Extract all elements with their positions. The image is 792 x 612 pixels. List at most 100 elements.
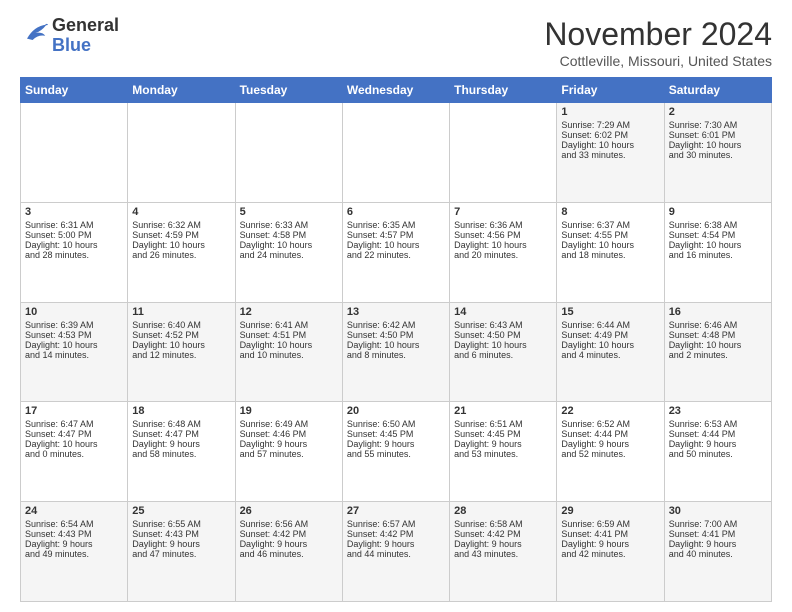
- day-info: Sunset: 4:53 PM: [25, 330, 123, 340]
- calendar-cell: 10 Sunrise: 6:39 AMSunset: 4:53 PMDayligh…: [21, 302, 128, 402]
- day-info: Sunrise: 6:51 AM: [454, 419, 552, 429]
- calendar-cell: 21Sunrise: 6:51 AMSunset: 4:45 PMDayligh…: [450, 402, 557, 502]
- calendar-week-row: 3Sunrise: 6:31 AMSunset: 5:00 PMDaylight…: [21, 202, 772, 302]
- day-number: 18: [132, 405, 230, 417]
- day-info: Sunrise: 6:48 AM: [132, 419, 230, 429]
- day-info: Sunset: 6:02 PM: [561, 130, 659, 140]
- day-number: 2: [669, 106, 767, 118]
- day-number: 10: [25, 306, 123, 318]
- header: General Blue November 2024 Cottleville, …: [20, 16, 772, 69]
- day-info: Daylight: 10 hours: [25, 439, 123, 449]
- day-info: Daylight: 9 hours: [347, 539, 445, 549]
- logo-general: General: [52, 15, 119, 35]
- calendar-cell: 4Sunrise: 6:32 AMSunset: 4:59 PMDaylight…: [128, 202, 235, 302]
- calendar-cell: 28Sunrise: 6:58 AMSunset: 4:42 PMDayligh…: [450, 502, 557, 602]
- day-info: Daylight: 10 hours: [454, 340, 552, 350]
- day-info: and 55 minutes.: [347, 449, 445, 459]
- calendar-cell: [21, 103, 128, 203]
- day-info: Sunset: 4:52 PM: [132, 330, 230, 340]
- day-info: Daylight: 10 hours: [669, 340, 767, 350]
- day-info: Daylight: 10 hours: [240, 240, 338, 250]
- day-info: Sunset: 4:42 PM: [240, 529, 338, 539]
- calendar-cell: 30Sunrise: 7:00 AMSunset: 4:41 PMDayligh…: [664, 502, 771, 602]
- calendar-header-row: SundayMondayTuesdayWednesdayThursdayFrid…: [21, 78, 772, 103]
- day-info: Sunset: 4:43 PM: [132, 529, 230, 539]
- day-info: and 49 minutes.: [25, 549, 123, 559]
- day-number: 5: [240, 206, 338, 218]
- day-info: and 30 minutes.: [669, 150, 767, 160]
- calendar-day-header: Wednesday: [342, 78, 449, 103]
- day-number: 7: [454, 206, 552, 218]
- calendar-cell: 12Sunrise: 6:41 AMSunset: 4:51 PMDayligh…: [235, 302, 342, 402]
- day-info: and 33 minutes.: [561, 150, 659, 160]
- logo-icon: [20, 19, 48, 52]
- day-info: Sunrise: 6:55 AM: [132, 519, 230, 529]
- day-info: Daylight: 9 hours: [669, 539, 767, 549]
- calendar-cell: 22Sunrise: 6:52 AMSunset: 4:44 PMDayligh…: [557, 402, 664, 502]
- calendar-cell: 11Sunrise: 6:40 AMSunset: 4:52 PMDayligh…: [128, 302, 235, 402]
- day-info: Sunrise: 7:30 AM: [669, 120, 767, 130]
- day-info: Daylight: 10 hours: [669, 140, 767, 150]
- calendar-cell: [128, 103, 235, 203]
- day-info: Sunrise: 6:39 AM: [25, 320, 123, 330]
- day-info: and 26 minutes.: [132, 250, 230, 260]
- day-info: Daylight: 10 hours: [132, 240, 230, 250]
- day-info: Sunset: 4:48 PM: [669, 330, 767, 340]
- day-info: Sunset: 4:41 PM: [561, 529, 659, 539]
- logo-blue: Blue: [52, 35, 91, 55]
- day-info: Sunrise: 6:44 AM: [561, 320, 659, 330]
- day-number: 26: [240, 505, 338, 517]
- day-number: 19: [240, 405, 338, 417]
- day-info: and 47 minutes.: [132, 549, 230, 559]
- day-info: and 22 minutes.: [347, 250, 445, 260]
- calendar-cell: 13Sunrise: 6:42 AMSunset: 4:50 PMDayligh…: [342, 302, 449, 402]
- day-info: Sunset: 4:57 PM: [347, 230, 445, 240]
- day-info: Sunrise: 6:35 AM: [347, 220, 445, 230]
- day-info: Daylight: 10 hours: [25, 340, 123, 350]
- day-number: 8: [561, 206, 659, 218]
- day-info: Sunrise: 6:32 AM: [132, 220, 230, 230]
- day-info: Daylight: 9 hours: [25, 539, 123, 549]
- calendar-cell: 17Sunrise: 6:47 AMSunset: 4:47 PMDayligh…: [21, 402, 128, 502]
- day-info: Sunset: 4:42 PM: [347, 529, 445, 539]
- day-info: Sunset: 4:56 PM: [454, 230, 552, 240]
- day-number: 21: [454, 405, 552, 417]
- calendar-day-header: Saturday: [664, 78, 771, 103]
- day-info: Sunrise: 6:54 AM: [25, 519, 123, 529]
- calendar-table: SundayMondayTuesdayWednesdayThursdayFrid…: [20, 77, 772, 602]
- calendar-cell: 16Sunrise: 6:46 AMSunset: 4:48 PMDayligh…: [664, 302, 771, 402]
- day-info: Sunrise: 6:50 AM: [347, 419, 445, 429]
- day-info: Sunset: 4:55 PM: [561, 230, 659, 240]
- day-info: Sunrise: 6:31 AM: [25, 220, 123, 230]
- day-info: Sunrise: 6:53 AM: [669, 419, 767, 429]
- day-info: Sunset: 4:51 PM: [240, 330, 338, 340]
- calendar-cell: 7Sunrise: 6:36 AMSunset: 4:56 PMDaylight…: [450, 202, 557, 302]
- day-info: Sunrise: 7:29 AM: [561, 120, 659, 130]
- calendar-cell: 8Sunrise: 6:37 AMSunset: 4:55 PMDaylight…: [557, 202, 664, 302]
- day-info: Sunset: 4:50 PM: [347, 330, 445, 340]
- day-info: Sunrise: 6:38 AM: [669, 220, 767, 230]
- day-number: 4: [132, 206, 230, 218]
- day-number: 29: [561, 505, 659, 517]
- day-number: 22: [561, 405, 659, 417]
- day-info: Daylight: 9 hours: [347, 439, 445, 449]
- day-info: Sunrise: 6:37 AM: [561, 220, 659, 230]
- day-info: and 28 minutes.: [25, 250, 123, 260]
- month-title: November 2024: [544, 16, 772, 53]
- calendar-cell: 5Sunrise: 6:33 AMSunset: 4:58 PMDaylight…: [235, 202, 342, 302]
- calendar-day-header: Tuesday: [235, 78, 342, 103]
- day-number: 27: [347, 505, 445, 517]
- day-info: Sunset: 4:44 PM: [561, 429, 659, 439]
- calendar-cell: [450, 103, 557, 203]
- day-info: Sunset: 4:49 PM: [561, 330, 659, 340]
- day-info: Sunset: 4:47 PM: [132, 429, 230, 439]
- day-info: and 50 minutes.: [669, 449, 767, 459]
- page: General Blue November 2024 Cottleville, …: [0, 0, 792, 612]
- day-info: and 43 minutes.: [454, 549, 552, 559]
- day-info: Daylight: 9 hours: [561, 439, 659, 449]
- calendar-cell: 2Sunrise: 7:30 AMSunset: 6:01 PMDaylight…: [664, 103, 771, 203]
- day-info: and 40 minutes.: [669, 549, 767, 559]
- day-info: Sunset: 4:46 PM: [240, 429, 338, 439]
- day-info: and 46 minutes.: [240, 549, 338, 559]
- day-info: Sunset: 4:45 PM: [347, 429, 445, 439]
